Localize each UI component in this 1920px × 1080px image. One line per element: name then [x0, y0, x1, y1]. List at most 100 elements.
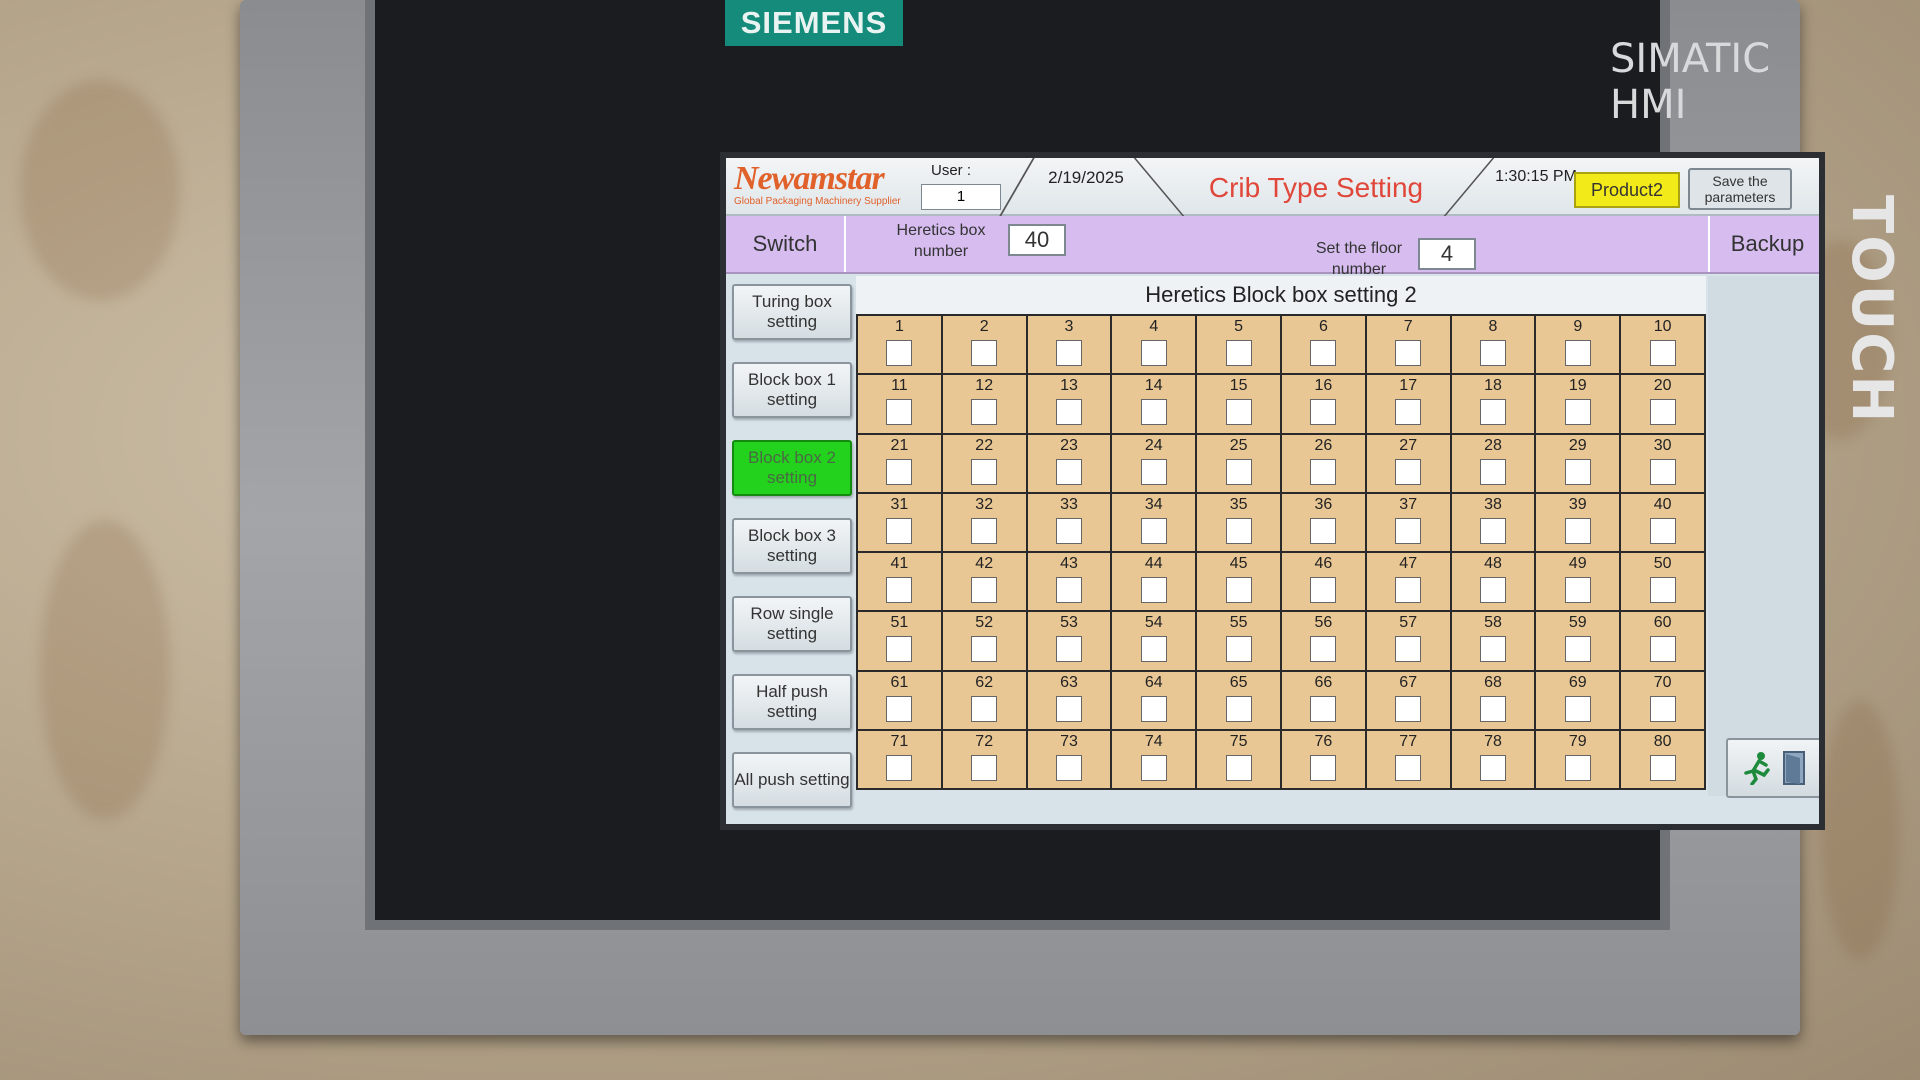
cell-checkbox[interactable] — [1310, 577, 1337, 603]
cell-checkbox[interactable] — [1225, 458, 1252, 485]
cell-checkbox[interactable] — [1140, 636, 1167, 663]
switch-button[interactable]: Switch — [726, 216, 846, 272]
cell-checkbox[interactable] — [1479, 754, 1506, 781]
cell-checkbox[interactable] — [1395, 636, 1422, 663]
heretics-box-field[interactable]: 40 — [1008, 224, 1066, 256]
cell-checkbox[interactable] — [971, 517, 998, 544]
nav-button-half-push-setting[interactable]: Half push setting — [732, 674, 852, 730]
cell-checkbox[interactable] — [1225, 399, 1252, 426]
cell-checkbox[interactable] — [1649, 636, 1676, 663]
product-button[interactable]: Product2 — [1574, 172, 1680, 208]
cell-checkbox[interactable] — [1649, 517, 1676, 544]
save-parameters-button[interactable]: Save the parameters — [1688, 168, 1792, 210]
cell-checkbox[interactable] — [971, 754, 998, 781]
cell-checkbox[interactable] — [1479, 636, 1506, 663]
cell-checkbox[interactable] — [1310, 399, 1337, 426]
cell-checkbox[interactable] — [886, 636, 913, 663]
cell-checkbox[interactable] — [1225, 695, 1252, 722]
cell-checkbox[interactable] — [1140, 517, 1167, 544]
cell-checkbox[interactable] — [971, 399, 998, 426]
cell-checkbox[interactable] — [1395, 340, 1422, 366]
cell-checkbox[interactable] — [971, 340, 998, 366]
nav-button-turing-box-setting[interactable]: Turing box setting — [732, 284, 852, 340]
cell-checkbox[interactable] — [886, 399, 913, 426]
cell-checkbox[interactable] — [1225, 754, 1252, 781]
cell-checkbox[interactable] — [1479, 577, 1506, 603]
user-field[interactable]: 1 — [921, 184, 1001, 210]
cell-checkbox[interactable] — [971, 695, 998, 722]
cell-checkbox[interactable] — [1310, 636, 1337, 663]
cell-checkbox[interactable] — [886, 577, 913, 603]
cell-checkbox[interactable] — [1564, 636, 1591, 663]
cell-checkbox[interactable] — [1649, 695, 1676, 722]
cell-checkbox[interactable] — [1225, 636, 1252, 663]
cell-checkbox[interactable] — [1479, 458, 1506, 485]
cell-checkbox[interactable] — [1055, 340, 1082, 366]
cell-checkbox[interactable] — [1055, 695, 1082, 722]
cell-checkbox[interactable] — [1055, 399, 1082, 426]
cell-checkbox[interactable] — [1055, 636, 1082, 663]
floor-number-field[interactable]: 4 — [1418, 238, 1476, 270]
cell-checkbox[interactable] — [886, 340, 913, 366]
grid-cell: 41 — [858, 553, 941, 611]
cell-checkbox[interactable] — [886, 458, 913, 485]
cell-checkbox[interactable] — [1564, 399, 1591, 426]
cell-checkbox[interactable] — [1140, 340, 1167, 366]
nav-button-block-box-2-setting[interactable]: Block box 2 setting — [732, 440, 852, 496]
cell-checkbox[interactable] — [1649, 399, 1676, 426]
grid-cell: 32 — [942, 493, 1026, 551]
cell-checkbox[interactable] — [1395, 754, 1422, 781]
nav-button-all-push-setting[interactable]: All push setting — [732, 752, 852, 808]
cell-checkbox[interactable] — [971, 458, 998, 485]
nav-button-row-single-setting[interactable]: Row single setting — [732, 596, 852, 652]
cell-checkbox[interactable] — [1140, 458, 1167, 485]
cell-checkbox[interactable] — [1310, 695, 1337, 722]
cell-checkbox[interactable] — [1225, 340, 1252, 366]
cell-checkbox[interactable] — [1310, 458, 1337, 485]
cell-checkbox[interactable] — [1564, 754, 1591, 781]
cell-checkbox[interactable] — [1649, 340, 1676, 366]
cell-checkbox[interactable] — [1479, 517, 1506, 544]
cell-checkbox[interactable] — [1225, 517, 1252, 544]
cell-number: 36 — [1314, 495, 1333, 513]
backup-button[interactable]: Backup — [1708, 216, 1819, 272]
cell-checkbox[interactable] — [1649, 754, 1676, 781]
cell-checkbox[interactable] — [1649, 577, 1676, 603]
cell-checkbox[interactable] — [886, 754, 913, 781]
cell-checkbox[interactable] — [1140, 695, 1167, 722]
cell-checkbox[interactable] — [1395, 517, 1422, 544]
cell-checkbox[interactable] — [1479, 695, 1506, 722]
cell-checkbox[interactable] — [1225, 577, 1252, 603]
cell-number: 37 — [1399, 495, 1418, 513]
exit-button[interactable] — [1726, 738, 1819, 798]
cell-checkbox[interactable] — [1395, 577, 1422, 603]
cell-checkbox[interactable] — [971, 636, 998, 663]
cell-checkbox[interactable] — [1140, 399, 1167, 426]
cell-checkbox[interactable] — [1140, 577, 1167, 603]
cell-checkbox[interactable] — [1395, 695, 1422, 722]
cell-checkbox[interactable] — [1479, 399, 1506, 426]
cell-checkbox[interactable] — [1310, 754, 1337, 781]
cell-checkbox[interactable] — [1564, 577, 1591, 603]
cell-checkbox[interactable] — [886, 695, 913, 722]
cell-checkbox[interactable] — [1140, 754, 1167, 781]
nav-button-block-box-1-setting[interactable]: Block box 1 setting — [732, 362, 852, 418]
cell-checkbox[interactable] — [1564, 340, 1591, 366]
cell-checkbox[interactable] — [1564, 458, 1591, 485]
cell-checkbox[interactable] — [886, 517, 913, 544]
cell-checkbox[interactable] — [1395, 458, 1422, 485]
grid-cell: 40 — [1621, 493, 1704, 551]
cell-checkbox[interactable] — [1479, 340, 1506, 366]
cell-checkbox[interactable] — [1395, 399, 1422, 426]
cell-checkbox[interactable] — [1055, 577, 1082, 603]
cell-checkbox[interactable] — [1310, 517, 1337, 544]
cell-checkbox[interactable] — [1310, 340, 1337, 366]
cell-checkbox[interactable] — [1055, 517, 1082, 544]
cell-checkbox[interactable] — [1055, 458, 1082, 485]
cell-checkbox[interactable] — [971, 577, 998, 603]
nav-button-block-box-3-setting[interactable]: Block box 3 setting — [732, 518, 852, 574]
cell-checkbox[interactable] — [1055, 754, 1082, 781]
cell-checkbox[interactable] — [1649, 458, 1676, 485]
cell-checkbox[interactable] — [1564, 517, 1591, 544]
cell-checkbox[interactable] — [1564, 695, 1591, 722]
